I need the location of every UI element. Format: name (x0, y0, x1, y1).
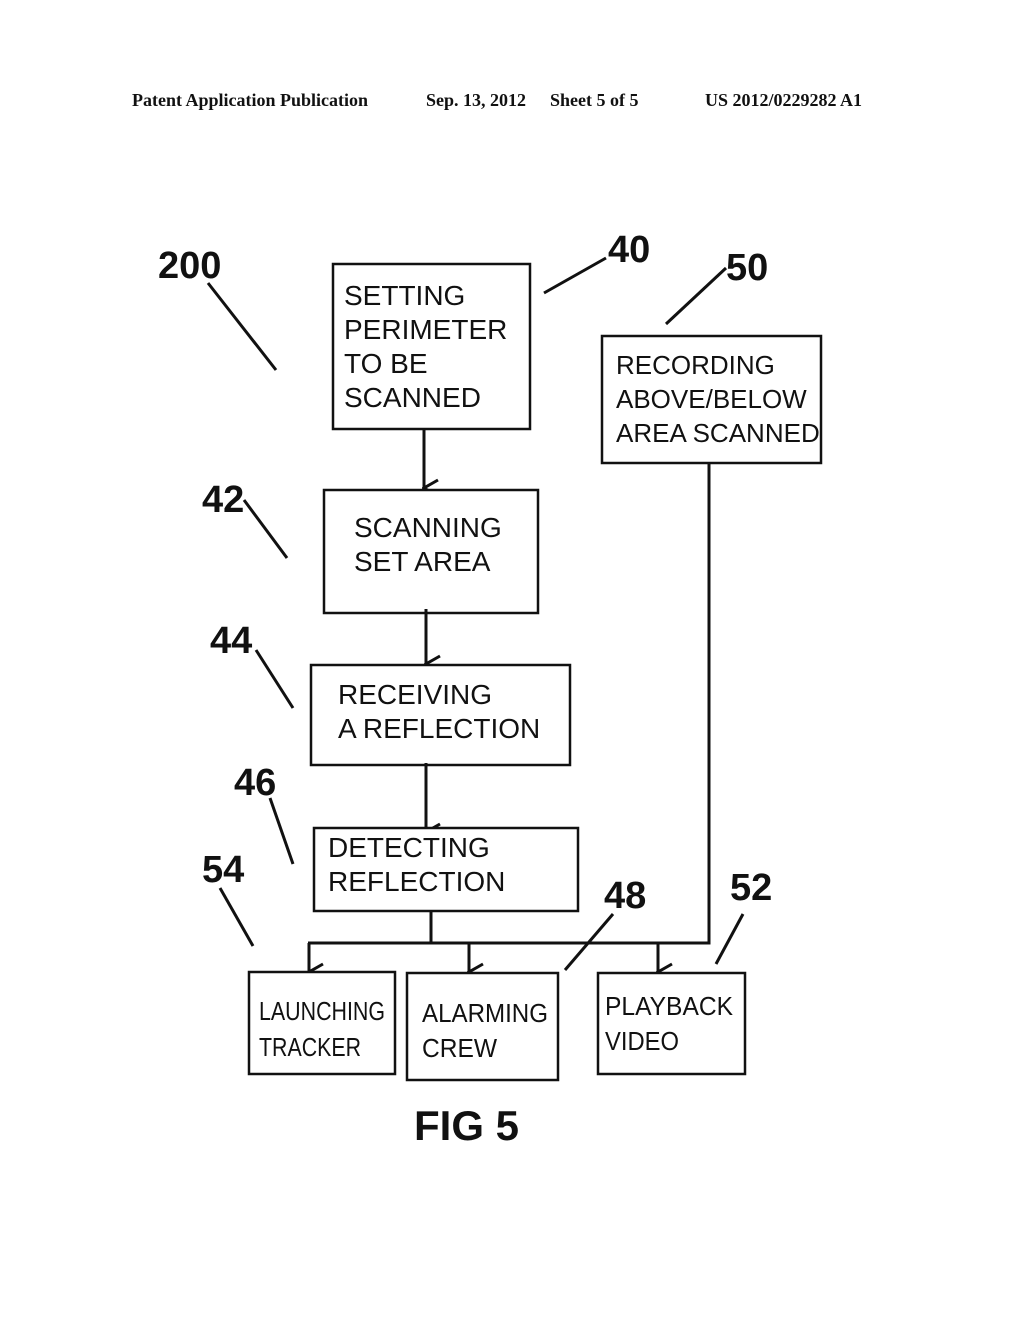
leader-line-46 (268, 797, 295, 865)
box-46-line-1: DETECTING (328, 832, 490, 863)
leader-line-50 (664, 266, 728, 326)
box-54-line-1: LAUNCHING (259, 996, 385, 1026)
leader-line-200 (206, 282, 278, 371)
box-50-line-3: AREA SCANNED (616, 418, 820, 448)
ref-label-46: 46 (234, 762, 276, 804)
box-44-line-1: RECEIVING (338, 679, 492, 710)
ref-label-40: 40 (608, 229, 650, 271)
ref-label-50: 50 (726, 247, 768, 289)
leader-line-42 (242, 499, 289, 559)
box-50-line-2: ABOVE/BELOW (616, 384, 807, 414)
box-42-line-1: SCANNING (354, 512, 502, 543)
box-playback-video (596, 971, 747, 1076)
ref-label-52: 52 (730, 867, 772, 909)
box-42-line-2: SET AREA (354, 546, 491, 577)
box-44-line-2: A REFLECTION (338, 713, 540, 744)
box-50-line-1: RECORDING (616, 350, 775, 380)
leader-line-44 (254, 649, 295, 709)
ref-label-54: 54 (202, 849, 244, 891)
leader-line-52 (714, 913, 745, 965)
box-40-line-3: TO BE (344, 348, 428, 379)
box-54-line-2: TRACKER (259, 1032, 361, 1062)
leader-line-54 (218, 887, 255, 947)
ref-label-44: 44 (210, 620, 252, 662)
box-40-line-2: PERIMETER (344, 314, 507, 345)
ref-label-48: 48 (604, 875, 646, 917)
flowchart-figure: 200 SETTING PERIMETER TO BE SCANNED 40 S… (158, 229, 823, 1149)
ref-label-200: 200 (158, 245, 221, 287)
leader-line-40 (543, 256, 607, 295)
ref-label-42: 42 (202, 479, 244, 521)
box-48-line-1: ALARMING (422, 998, 548, 1028)
box-48-line-2: CREW (422, 1033, 497, 1063)
box-40-line-1: SETTING (344, 280, 465, 311)
figure-label: FIG 5 (414, 1102, 519, 1149)
box-46-line-2: REFLECTION (328, 866, 505, 897)
box-40-line-4: SCANNED (344, 382, 481, 413)
box-52-line-2: VIDEO (605, 1026, 679, 1056)
box-52-line-1: PLAYBACK (605, 991, 734, 1021)
